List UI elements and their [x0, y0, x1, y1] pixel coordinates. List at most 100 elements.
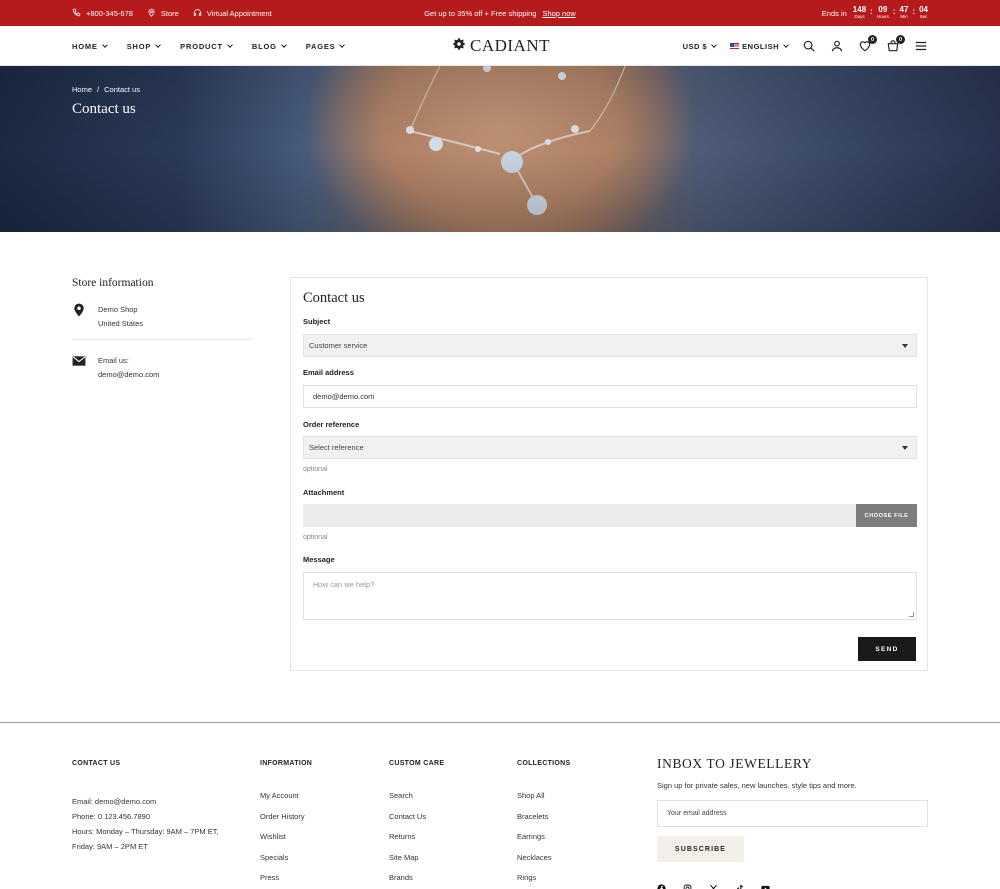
divider: [72, 339, 252, 340]
page-hero-banner: [0, 66, 1000, 232]
countdown-hours-label: Hours: [876, 14, 889, 20]
newsletter-subtitle: Sign up for private sales, new launches,…: [657, 781, 857, 790]
footer-link-brands[interactable]: Brands: [389, 873, 444, 889]
currency-label: USD $: [682, 41, 708, 51]
footer-link-search[interactable]: Search: [389, 791, 444, 812]
optional-hint: optional: [303, 534, 328, 541]
us-flag-icon: [730, 43, 740, 49]
message-placeholder: How can we help?: [313, 580, 375, 589]
countdown-min: 47: [899, 5, 909, 15]
envelope-icon: [72, 354, 86, 382]
hero-overlay: [0, 66, 1000, 232]
footer-divider: [0, 722, 1000, 723]
footer-link-my-account[interactable]: My Account: [260, 791, 312, 812]
email-field[interactable]: demo@demo.com: [303, 385, 917, 408]
contact-form: Contact us Subject Customer service Emai…: [290, 277, 928, 671]
order-reference-value: Select reference: [309, 443, 364, 452]
countdown-days-label: Days: [854, 14, 865, 20]
tiktok-icon[interactable]: [735, 880, 744, 889]
cart-button[interactable]: 0: [886, 35, 905, 53]
facebook-icon[interactable]: [657, 880, 666, 889]
social-links: [657, 880, 770, 889]
footer-link-rings[interactable]: Rings: [517, 873, 570, 889]
footer-link-contact-us[interactable]: Contact Us: [389, 812, 444, 833]
nav-item-blog[interactable]: BLOG: [251, 41, 287, 51]
ends-in-label: Ends in: [821, 8, 847, 18]
footer-link-returns[interactable]: Returns: [389, 832, 444, 853]
chevron-down-icon: [155, 41, 162, 48]
logo-mark-icon: [452, 37, 466, 56]
countdown-min-label: Min: [900, 14, 908, 20]
breadcrumb-home-link[interactable]: Home: [72, 85, 92, 94]
message-label: Message: [303, 555, 335, 564]
countdown-timer: 148 Days : 09 Hours : 47 Min : 04 Sec: [853, 6, 928, 20]
footer-link-press[interactable]: Press: [260, 873, 312, 889]
nav-item-shop[interactable]: SHOP: [126, 41, 162, 51]
footer-phone: Phone: 0.123.456.7890: [72, 812, 150, 821]
resize-handle-icon[interactable]: [909, 612, 914, 617]
nav-label: BLOG: [251, 41, 277, 51]
subject-select[interactable]: Customer service: [303, 334, 917, 357]
caret-down-icon: [902, 446, 908, 450]
choose-file-button[interactable]: CHOOSE FILE: [856, 504, 917, 527]
site-logo[interactable]: CADIANT: [452, 26, 550, 66]
store-address: Demo Shop United States: [72, 303, 252, 331]
nav-item-product[interactable]: PRODUCT: [180, 41, 233, 51]
map-marker-icon: [72, 303, 86, 331]
hamburger-menu-icon: [914, 40, 928, 57]
footer-email: Email: demo@demo.com: [72, 797, 157, 806]
breadcrumb-current: Contact us: [104, 85, 140, 94]
nav-label: SHOP: [126, 41, 152, 51]
countdown-separator: :: [892, 6, 896, 16]
nav-item-home[interactable]: HOME: [72, 41, 108, 51]
form-title: Contact us: [303, 290, 365, 306]
store-info-title: Store information: [72, 277, 154, 289]
nav-label: HOME: [72, 41, 98, 51]
footer-link-shop-all[interactable]: Shop All: [517, 791, 570, 812]
footer-custom-care: CUSTOM CARE Search Contact Us Returns Si…: [389, 760, 444, 889]
logo-text: CADIANT: [470, 36, 550, 55]
send-button[interactable]: SEND: [858, 637, 916, 661]
cart-count-badge: 0: [896, 35, 905, 44]
language-selector[interactable]: ENGLISH: [730, 42, 789, 51]
youtube-icon[interactable]: [761, 880, 770, 889]
chevron-down-icon: [101, 41, 108, 48]
message-textarea[interactable]: How can we help?: [303, 572, 917, 620]
footer-information: INFORMATION My Account Order History Wis…: [260, 760, 312, 889]
footer-link-specials[interactable]: Specials: [260, 853, 312, 874]
shop-now-link[interactable]: Shop now: [542, 9, 575, 18]
email-value: demo@demo.com: [313, 392, 375, 401]
nav-item-pages[interactable]: PAGES: [305, 41, 346, 51]
search-button[interactable]: [802, 39, 816, 53]
email-us-label: Email us:: [98, 356, 129, 365]
address-line-1: Demo Shop: [98, 305, 138, 314]
menu-button[interactable]: [914, 39, 928, 53]
chevron-down-icon: [227, 41, 233, 48]
chevron-down-icon: [339, 41, 346, 48]
newsletter-email-input[interactable]: Your email address: [657, 800, 928, 827]
account-button[interactable]: [830, 39, 844, 53]
footer-information-title: INFORMATION: [260, 760, 313, 767]
currency-selector[interactable]: USD $: [683, 42, 717, 51]
breadcrumb: Home / Contact us: [72, 85, 140, 94]
footer-link-site-map[interactable]: Site Map: [389, 853, 444, 874]
wishlist-button[interactable]: 0: [858, 35, 877, 53]
subscribe-button[interactable]: SUBSCRIBE: [657, 836, 744, 862]
countdown-hours: 09: [878, 5, 888, 15]
footer-link-wishlist[interactable]: Wishlist: [260, 832, 312, 853]
footer-collections-title: COLLECTIONS: [517, 760, 571, 767]
optional-hint: optional: [303, 466, 328, 473]
order-reference-select[interactable]: Select reference: [303, 436, 917, 459]
footer-link-bracelets[interactable]: Bracelets: [517, 812, 570, 833]
announcement-bar: +800-345-678 Store Virtual Appointment G…: [0, 0, 1000, 26]
attachment-file-input[interactable]: CHOOSE FILE: [303, 504, 917, 527]
footer-link-earrings[interactable]: Earrings: [517, 832, 570, 853]
search-icon: [802, 40, 816, 57]
x-icon[interactable]: [709, 880, 718, 889]
store-email-link[interactable]: demo@demo.com: [98, 368, 159, 382]
nav-label: PAGES: [305, 41, 336, 51]
footer-link-necklaces[interactable]: Necklaces: [517, 853, 570, 874]
caret-down-icon: [902, 344, 908, 348]
instagram-icon[interactable]: [683, 880, 692, 889]
footer-link-order-history[interactable]: Order History: [260, 812, 312, 833]
